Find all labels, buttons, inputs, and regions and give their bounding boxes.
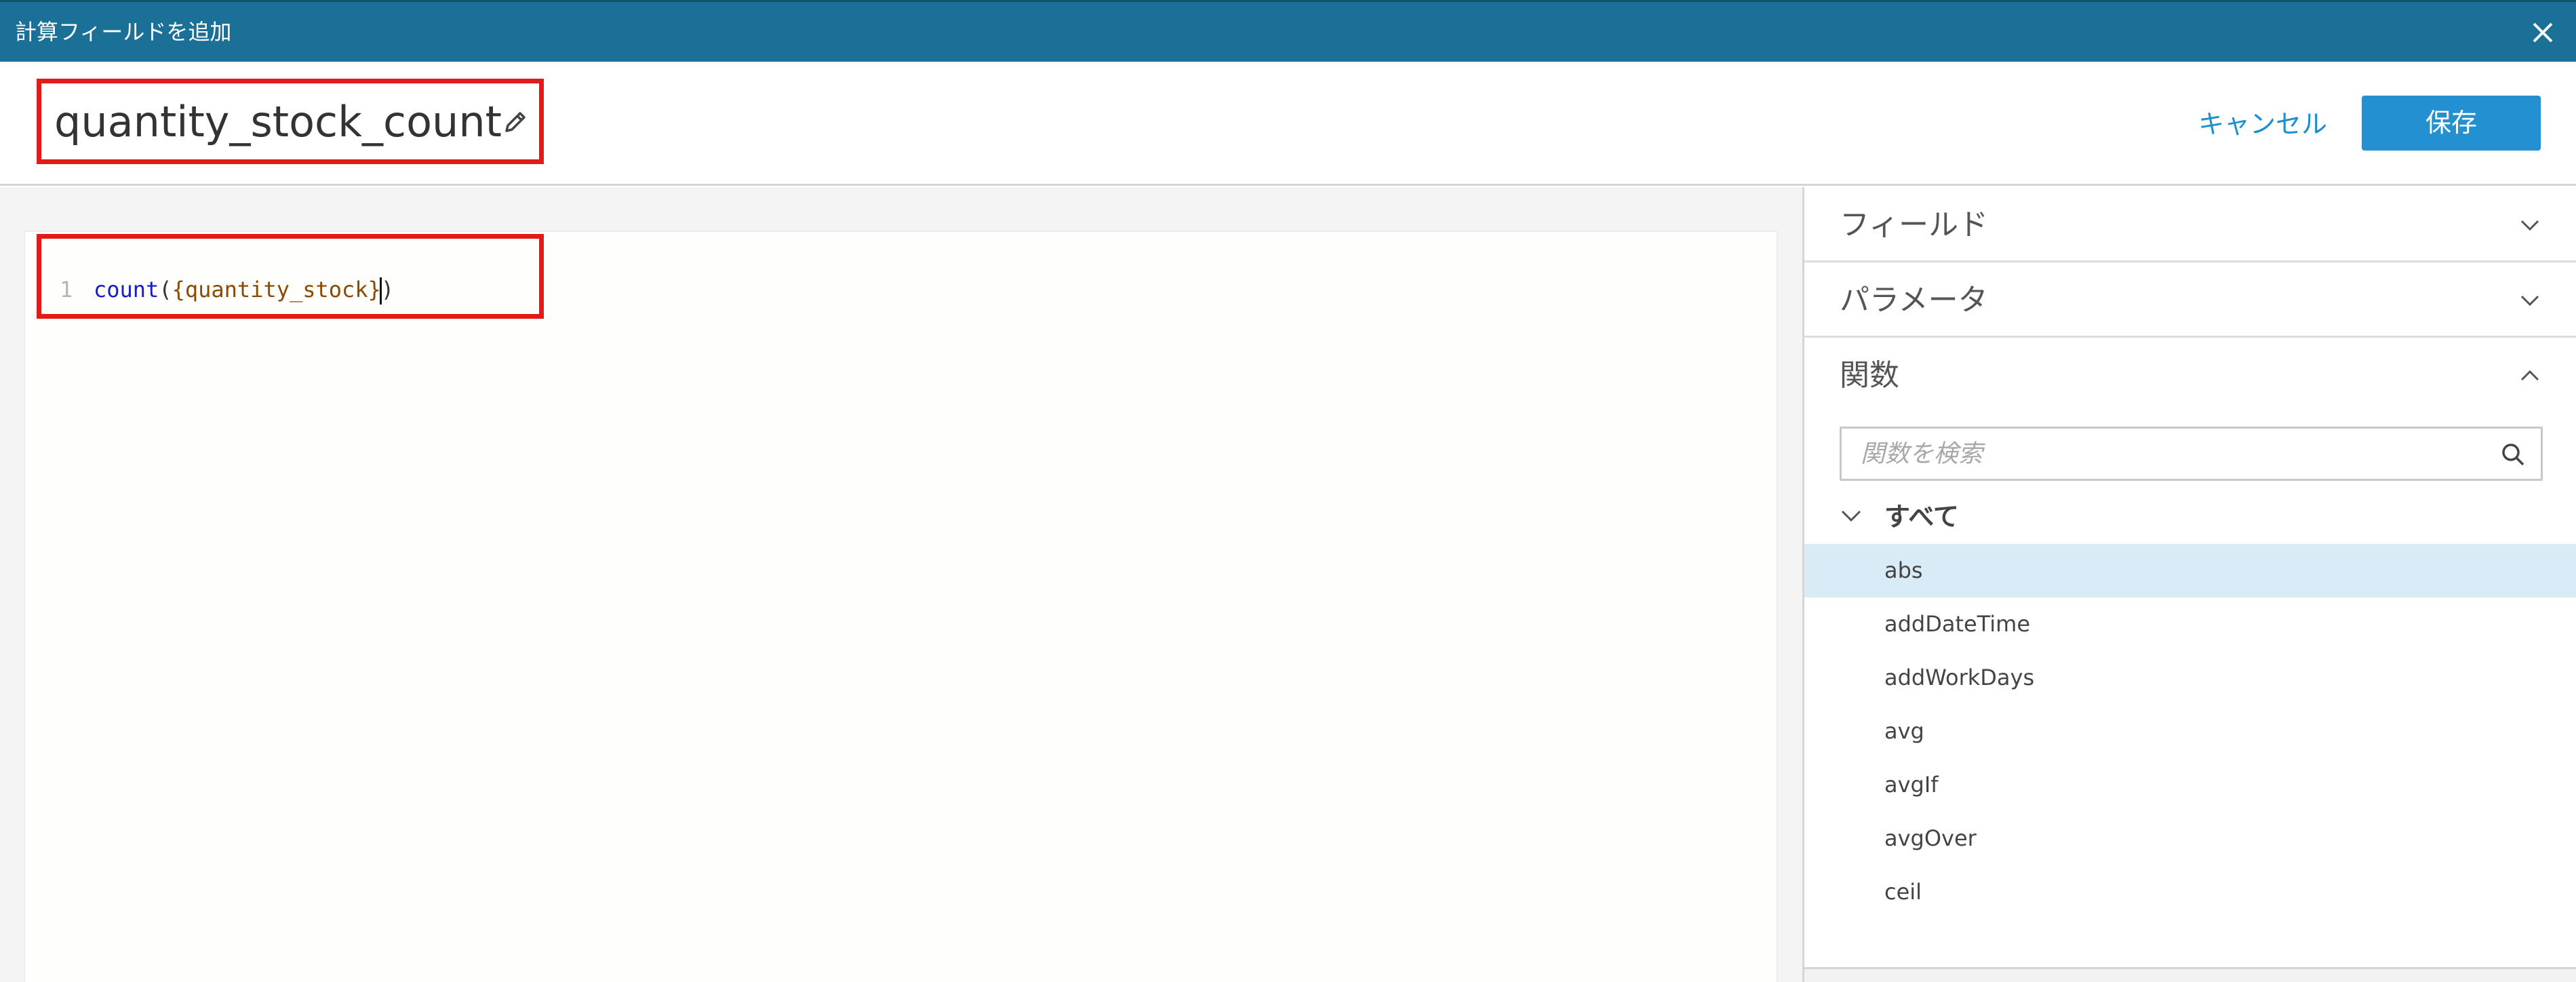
function-item-addworkdays[interactable]: addWorkDays (1804, 651, 2576, 705)
function-item-adddatetime[interactable]: addDateTime (1804, 597, 2576, 651)
chevron-down-icon (2520, 220, 2539, 231)
function-item-coalesce[interactable]: coalesce (1804, 919, 2576, 924)
chevron-down-icon (1841, 510, 1861, 522)
section-fields-label: フィールド (1840, 208, 1989, 242)
function-search (1840, 427, 2543, 481)
pencil-icon[interactable] (501, 108, 530, 136)
code-line[interactable]: 1 count({quantity_stock}) (60, 273, 394, 307)
section-functions-label: 関数 (1840, 358, 1899, 393)
function-item-avgif[interactable]: avgIf (1804, 758, 2576, 812)
dialog-header: quantity_stock_count キャンセル 保存 (0, 62, 2576, 186)
function-item-avgover[interactable]: avgOver (1804, 812, 2576, 865)
function-list: abs addDateTime addWorkDays avg avgIf avgOver… (1804, 544, 2576, 924)
calculated-field-dialog: 計算フィールドを追加 quantity_stock_count キャンセル 保存… (0, 0, 2576, 982)
chevron-up-icon (2520, 370, 2539, 381)
function-item-abs[interactable]: abs (1804, 544, 2576, 597)
code-function: count (94, 277, 159, 302)
function-search-input[interactable] (1861, 429, 2484, 479)
function-item-ceil[interactable]: ceil (1804, 865, 2576, 919)
close-icon[interactable] (2527, 17, 2558, 48)
section-fields[interactable]: フィールド (1804, 187, 2576, 262)
field-name[interactable]: quantity_stock_count (54, 95, 502, 149)
line-number: 1 (60, 277, 73, 302)
save-button[interactable]: 保存 (2362, 96, 2541, 151)
function-item-avg[interactable]: avg (1804, 705, 2576, 758)
cancel-button[interactable]: キャンセル (2198, 104, 2327, 144)
code-open-paren: ( (159, 277, 172, 302)
section-functions[interactable]: 関数 (1804, 338, 2576, 413)
panel-footer (1804, 967, 2576, 982)
function-group-label: すべて (1884, 502, 1959, 532)
code-field-ref: {quantity_stock} (172, 277, 381, 302)
formula-editor[interactable] (24, 231, 1778, 982)
section-parameters[interactable]: パラメータ (1804, 262, 2576, 338)
dialog-title: 計算フィールドを追加 (15, 19, 232, 45)
chevron-down-icon (2520, 295, 2539, 307)
code-close-paren: ) (380, 277, 395, 302)
reference-panel: フィールド パラメータ 関数 関数を検索 すべて abs addDateTime… (1802, 187, 2576, 982)
search-icon[interactable] (2500, 441, 2526, 467)
section-parameters-label: パラメータ (1840, 283, 1988, 317)
dialog-title-bar: 計算フィールドを追加 (0, 0, 2576, 62)
